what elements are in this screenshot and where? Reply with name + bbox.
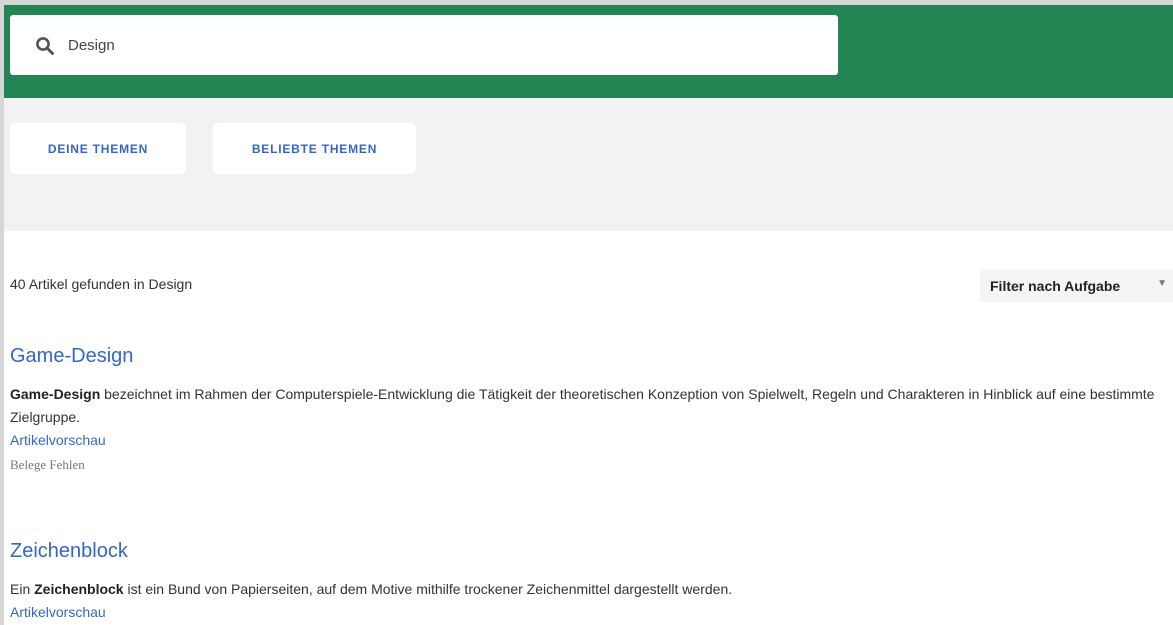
snippet-highlight: Game-Design bbox=[10, 386, 101, 402]
tab-beliebte-themen[interactable]: BELIEBTE THEMEN bbox=[213, 123, 416, 174]
article-snippet: Game-Design bezeichnet im Rahmen der Com… bbox=[10, 383, 1170, 429]
article-preview-link[interactable]: Artikelvorschau bbox=[10, 429, 1170, 452]
tab-deine-themen[interactable]: DEINE THEMEN bbox=[10, 123, 186, 174]
article-preview-link[interactable]: Artikelvorschau bbox=[10, 601, 1170, 624]
chevron-down-icon: ▼ bbox=[1157, 278, 1167, 289]
article-tag: Belege Fehlen bbox=[10, 457, 85, 472]
snippet-text: bezeichnet im Rahmen der Computerspiele-… bbox=[10, 386, 1155, 425]
search-icon[interactable] bbox=[35, 36, 55, 56]
search-header bbox=[0, 5, 1173, 98]
article-item: Zeichenblock Ein Zeichenblock ist ein Bu… bbox=[10, 538, 1170, 624]
page: DEINE THEMEN BELIEBTE THEMEN 40 Artikel … bbox=[0, 0, 1173, 625]
article-title-link[interactable]: Game-Design bbox=[10, 343, 1170, 369]
article-item: Game-Design Game-Design bezeichnet im Ra… bbox=[10, 343, 1170, 476]
window-left-edge bbox=[0, 0, 4, 625]
article-title-link[interactable]: Zeichenblock bbox=[10, 538, 1170, 564]
filter-dropdown[interactable]: Filter nach Aufgabe ▼ bbox=[980, 269, 1173, 302]
snippet-text: ist ein Bund von Papierseiten, auf dem M… bbox=[123, 581, 733, 597]
filter-label: Filter nach Aufgabe bbox=[990, 277, 1121, 294]
snippet-highlight: Zeichenblock bbox=[34, 581, 124, 597]
search-box[interactable] bbox=[10, 15, 838, 75]
results-count: 40 Artikel gefunden in Design bbox=[10, 276, 193, 292]
snippet-lead: Ein bbox=[10, 581, 35, 597]
article-snippet: Ein Zeichenblock ist ein Bund von Papier… bbox=[10, 578, 1170, 601]
search-input[interactable] bbox=[68, 29, 808, 61]
topics-band: DEINE THEMEN BELIEBTE THEMEN bbox=[0, 98, 1173, 231]
